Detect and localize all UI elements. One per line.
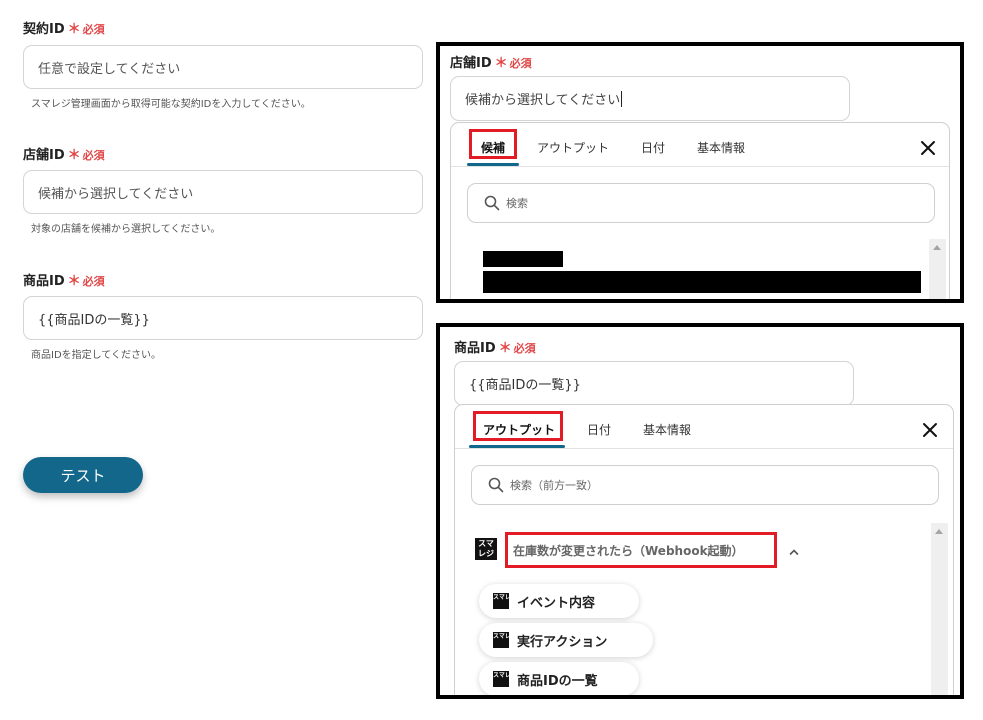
- smaregi-logo-icon: スマレジ: [493, 593, 517, 609]
- required-badge: 必須: [513, 342, 536, 355]
- label-text: 商品ID: [23, 274, 65, 289]
- output-item-action[interactable]: スマレジ 実行アクション: [479, 623, 653, 657]
- label-text: 店舗ID: [23, 148, 65, 163]
- output-item-product-ids[interactable]: スマレジ 商品IDの一覧: [479, 662, 639, 695]
- redacted-block: [483, 271, 921, 293]
- scroll-up-arrow[interactable]: [935, 529, 943, 534]
- required-badge: 必須: [82, 149, 105, 162]
- store-dropdown: 候補 アウトプット 日付 基本情報 検索: [450, 122, 950, 299]
- label-text: 商品ID: [454, 341, 496, 356]
- contract-id-input[interactable]: 任意で設定してください: [23, 45, 423, 89]
- required-badge: 必須: [82, 275, 105, 288]
- search-icon: [488, 477, 504, 493]
- tab-highlight-box: [473, 411, 563, 441]
- tab-basic-info[interactable]: 基本情報: [697, 139, 745, 156]
- product-id-label: 商品ID ＊必須: [23, 270, 105, 289]
- item-label: 実行アクション: [517, 634, 608, 650]
- close-icon[interactable]: [919, 139, 937, 157]
- input-text: 候補から選択してください: [465, 93, 621, 108]
- store-panel-input[interactable]: 候補から選択してください: [450, 76, 850, 121]
- contract-id-hint: スマレジ管理画面から取得可能な契約IDを入力してください。: [31, 99, 311, 110]
- product-id-input[interactable]: {{商品IDの一覧}}: [23, 296, 423, 340]
- search-placeholder: 検索: [506, 197, 528, 210]
- store-id-panel: 店舗ID ＊必須 候補から選択してください 候補 アウトプット 日付 基本情報 検…: [436, 42, 964, 303]
- store-id-input[interactable]: 候補から選択してください: [23, 170, 423, 214]
- tab-basic-info[interactable]: 基本情報: [643, 421, 691, 438]
- smaregi-logo-icon: スマレジ: [493, 632, 517, 648]
- tabs-divider: [455, 448, 953, 449]
- store-panel-label: 店舗ID ＊必須: [450, 52, 532, 71]
- search-icon: [484, 195, 500, 211]
- required-asterisk: ＊: [67, 22, 81, 37]
- text-cursor: [621, 90, 623, 107]
- required-asterisk: ＊: [67, 148, 81, 163]
- product-id-hint: 商品IDを指定してください。: [31, 350, 162, 361]
- scrollbar[interactable]: [929, 239, 946, 299]
- scroll-up-arrow[interactable]: [933, 245, 941, 250]
- label-text: 契約ID: [23, 22, 65, 37]
- product-search-input[interactable]: 検索（前方一致）: [471, 465, 939, 505]
- store-id-hint: 対象の店舗を候補から選択してください。: [31, 224, 221, 235]
- scrollbar[interactable]: [931, 523, 948, 695]
- item-label: 商品IDの一覧: [517, 673, 598, 689]
- product-panel-label: 商品ID ＊必須: [454, 337, 536, 356]
- required-badge: 必須: [509, 57, 532, 70]
- product-id-panel: 商品ID ＊必須 {{商品IDの一覧}} アウトプット 日付 基本情報 検索（前方…: [436, 323, 964, 699]
- item-label: イベント内容: [517, 595, 596, 611]
- tab-output[interactable]: アウトプット: [537, 139, 609, 156]
- label-text: 店舗ID: [450, 56, 492, 71]
- close-icon[interactable]: [921, 421, 939, 439]
- store-id-label: 店舗ID ＊必須: [23, 144, 105, 163]
- redacted-block: [483, 251, 563, 267]
- tab-date[interactable]: 日付: [641, 139, 665, 156]
- search-placeholder: 検索（前方一致）: [510, 479, 598, 492]
- product-dropdown: アウトプット 日付 基本情報 検索（前方一致） スマレジ 在庫数が変更されたら（…: [454, 404, 954, 695]
- required-badge: 必須: [82, 23, 105, 36]
- test-button[interactable]: テスト: [23, 457, 143, 493]
- group-highlight-box: [505, 532, 777, 568]
- contract-id-label: 契約ID ＊必須: [23, 18, 105, 37]
- required-asterisk: ＊: [498, 341, 512, 356]
- tab-date[interactable]: 日付: [587, 421, 611, 438]
- tab-highlight-box: [469, 129, 517, 159]
- tabs-divider: [451, 166, 949, 167]
- smaregi-logo-icon: スマレジ: [475, 538, 497, 560]
- required-asterisk: ＊: [494, 56, 508, 71]
- required-asterisk: ＊: [67, 274, 81, 289]
- store-search-input[interactable]: 検索: [467, 183, 935, 223]
- product-panel-input[interactable]: {{商品IDの一覧}}: [454, 361, 854, 406]
- smaregi-logo-icon: スマレジ: [493, 671, 517, 687]
- chevron-up-icon[interactable]: [789, 547, 799, 557]
- output-item-event-content[interactable]: スマレジ イベント内容: [479, 584, 639, 618]
